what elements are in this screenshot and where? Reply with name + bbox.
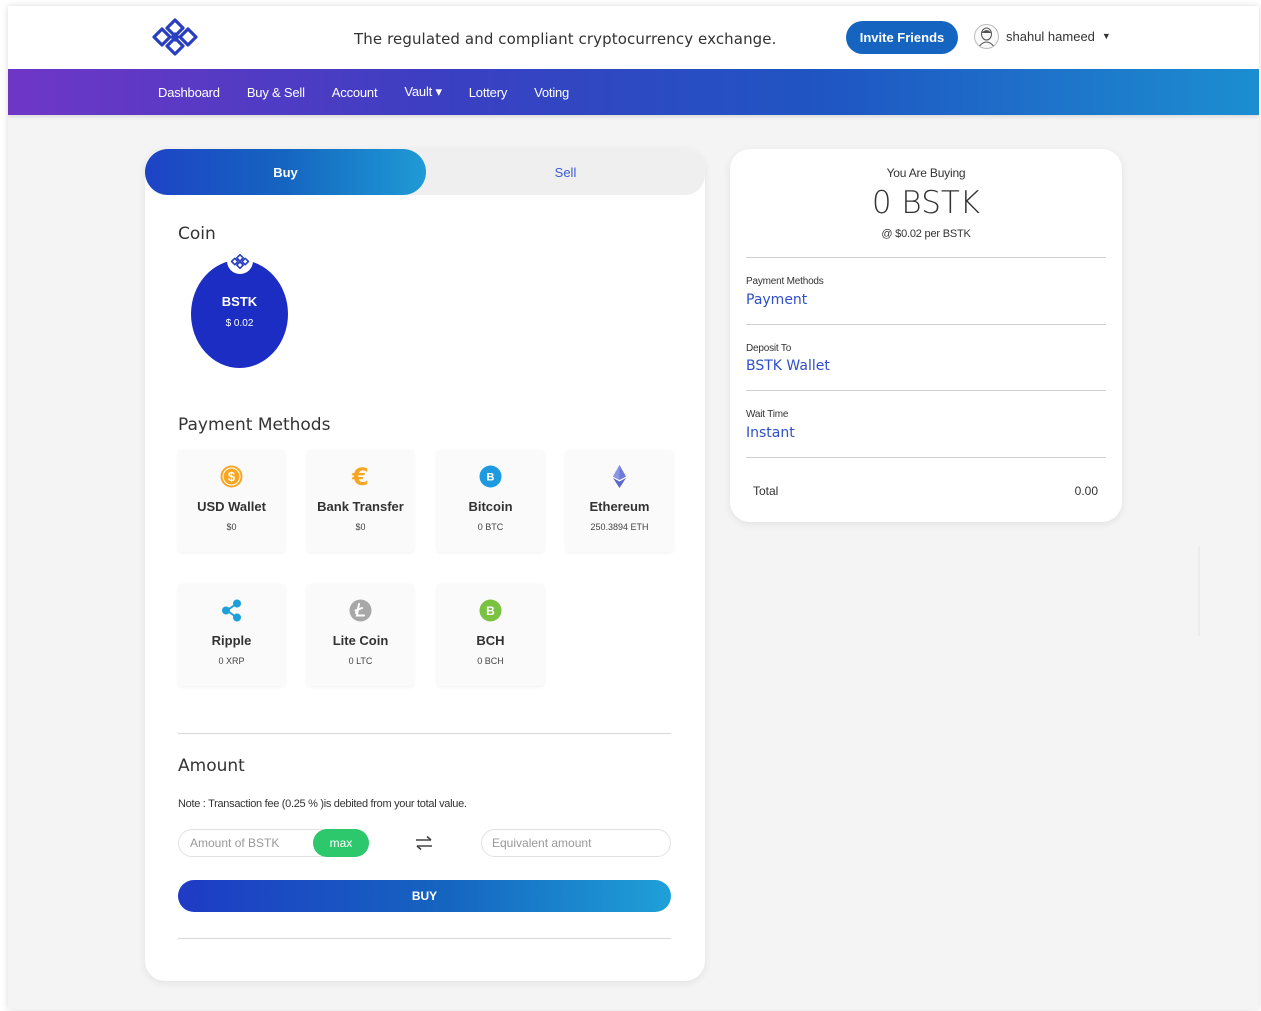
nav-buy-sell[interactable]: Buy & Sell bbox=[247, 85, 305, 100]
payment-method-ethereum[interactable]: Ethereum 250.3894 ETH bbox=[566, 450, 673, 552]
user-name: shahul hameed bbox=[1006, 28, 1095, 44]
payment-method-name: Ripple bbox=[211, 633, 252, 648]
equivalent-amount-input[interactable] bbox=[481, 829, 671, 857]
payment-method-bitcoin[interactable]: B Bitcoin 0 BTC bbox=[437, 450, 544, 552]
summary-divider bbox=[746, 324, 1106, 325]
tagline: The regulated and compliant cryptocurren… bbox=[354, 30, 777, 48]
chevron-down-icon: ▼ bbox=[1101, 31, 1111, 41]
payment-methods-label: Payment Methods bbox=[746, 276, 824, 287]
total-value: 0.00 bbox=[1074, 484, 1098, 498]
payment-method-balance: 250.3894 ETH bbox=[590, 522, 649, 532]
buying-amount: 0 BSTK bbox=[871, 185, 981, 221]
nav-lottery[interactable]: Lottery bbox=[469, 85, 508, 100]
ethereum-icon bbox=[613, 465, 626, 488]
transaction-fee-note: Note : Transaction fee (0.25 % )is debit… bbox=[178, 798, 467, 810]
payment-method-balance: $0 bbox=[226, 522, 237, 532]
dollar-coin-icon: $ bbox=[220, 465, 243, 488]
payment-method-name: USD Wallet bbox=[197, 499, 266, 514]
svg-text:B: B bbox=[487, 472, 495, 484]
app-window: The regulated and compliant cryptocurren… bbox=[8, 6, 1259, 1009]
payment-method-usd-wallet[interactable]: $ USD Wallet $0 bbox=[178, 450, 285, 552]
section-divider bbox=[178, 938, 671, 939]
main-navbar: Dashboard Buy & Sell Account Vault ▾ Lot… bbox=[8, 69, 1259, 115]
nav-voting[interactable]: Voting bbox=[534, 85, 569, 100]
payment-method-bch[interactable]: B BCH 0 BCH bbox=[437, 584, 544, 686]
bstk-logo-icon[interactable] bbox=[150, 16, 200, 58]
payment-method-ripple[interactable]: Ripple 0 XRP bbox=[178, 584, 285, 686]
buy-sell-tabs: Sell Buy bbox=[145, 149, 705, 195]
nav-account[interactable]: Account bbox=[332, 85, 378, 100]
coin-option-bstk[interactable]: BSTK $ 0.02 bbox=[191, 260, 288, 368]
payment-method-name: Bitcoin bbox=[468, 499, 513, 514]
coin-name: BSTK bbox=[221, 294, 258, 309]
payment-method-balance: 0 LTC bbox=[348, 656, 373, 666]
ripple-icon bbox=[222, 599, 241, 622]
coin-price: $ 0.02 bbox=[225, 318, 254, 329]
coin-badge bbox=[227, 248, 253, 274]
tab-sell[interactable]: Sell bbox=[426, 149, 705, 195]
buy-sell-card: Sell Buy Coin BSTK $ 0.02 Payment Method… bbox=[145, 149, 705, 981]
payment-method-bank-transfer[interactable]: € Bank Transfer $0 bbox=[307, 450, 414, 552]
nav-dashboard[interactable]: Dashboard bbox=[158, 85, 220, 100]
avatar bbox=[974, 23, 999, 49]
invite-friends-button[interactable]: Invite Friends bbox=[846, 21, 958, 54]
payment-method-balance: 0 XRP bbox=[218, 656, 245, 666]
payment-method-name: Lite Coin bbox=[332, 633, 389, 648]
payment-method-name: Ethereum bbox=[589, 499, 650, 514]
payment-method-balance: 0 BTC bbox=[477, 522, 504, 532]
bitcoin-icon: B bbox=[479, 465, 502, 488]
euro-icon: € bbox=[351, 464, 369, 489]
user-menu[interactable]: shahul hameed ▼ bbox=[974, 23, 1111, 49]
deposit-to-label: Deposit To bbox=[746, 343, 792, 354]
nav-items: Dashboard Buy & Sell Account Vault ▾ Lot… bbox=[158, 69, 596, 115]
bitcoin-cash-icon: B bbox=[479, 599, 502, 622]
payment-method-balance: 0 BCH bbox=[477, 656, 504, 666]
deposit-to-value[interactable]: BSTK Wallet bbox=[746, 358, 830, 374]
svg-text:€: € bbox=[351, 464, 369, 489]
payment-method-name: BCH bbox=[476, 633, 505, 648]
coin-section-title: Coin bbox=[178, 224, 216, 244]
section-divider bbox=[178, 733, 671, 734]
summary-divider bbox=[746, 257, 1106, 258]
payment-method-value[interactable]: Payment bbox=[746, 292, 807, 308]
summary-divider bbox=[746, 457, 1106, 458]
you-are-buying-label: You Are Buying bbox=[886, 166, 966, 180]
user-avatar-icon bbox=[979, 27, 994, 46]
svg-text:$: $ bbox=[228, 469, 236, 484]
amount-section-title: Amount bbox=[178, 756, 245, 776]
litecoin-icon bbox=[349, 599, 372, 622]
nav-vault[interactable]: Vault ▾ bbox=[404, 84, 442, 100]
tab-buy[interactable]: Buy bbox=[145, 149, 426, 195]
buying-rate: @ $0.02 per BSTK bbox=[881, 228, 971, 240]
payment-method-litecoin[interactable]: Lite Coin 0 LTC bbox=[307, 584, 414, 686]
order-summary-card: You Are Buying 0 BSTK @ $0.02 per BSTK P… bbox=[730, 149, 1122, 522]
top-header: The regulated and compliant cryptocurren… bbox=[8, 6, 1259, 69]
payment-method-name: Bank Transfer bbox=[317, 499, 404, 514]
buy-button[interactable]: BUY bbox=[178, 880, 671, 912]
bstk-logo-icon bbox=[230, 253, 250, 269]
wait-time-value: Instant bbox=[746, 425, 795, 441]
max-button[interactable]: max bbox=[313, 829, 369, 857]
payment-methods-title: Payment Methods bbox=[178, 415, 331, 435]
total-label: Total bbox=[753, 484, 779, 498]
swap-arrows-icon[interactable] bbox=[415, 835, 433, 851]
svg-text:B: B bbox=[486, 604, 495, 618]
wait-time-label: Wait Time bbox=[746, 409, 789, 420]
payment-method-balance: $0 bbox=[355, 522, 366, 532]
scrollbar[interactable] bbox=[1198, 546, 1200, 636]
summary-divider bbox=[746, 390, 1106, 391]
